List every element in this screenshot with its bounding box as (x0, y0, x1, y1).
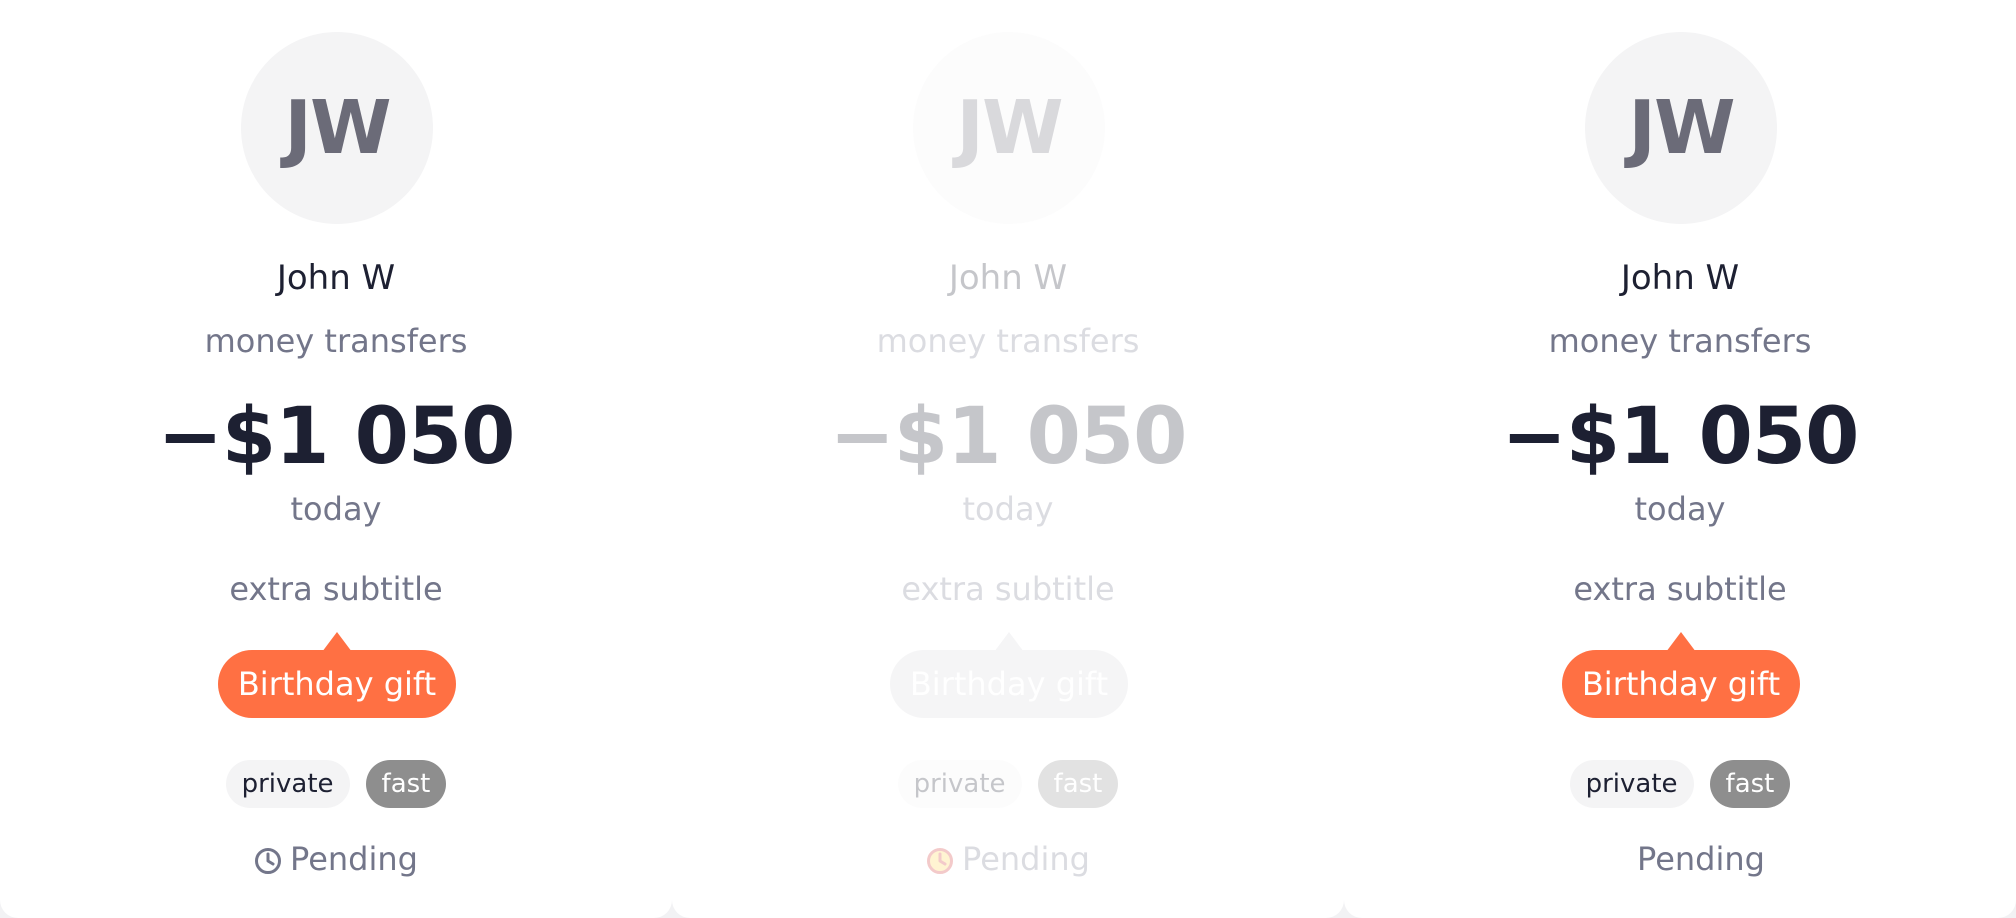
avatar: JW (913, 32, 1105, 224)
status-badge: Pending (1386, 840, 2016, 878)
status-badge: Pending (0, 840, 672, 878)
transaction-card[interactable]: JW John W money transfers −$1 050 today … (1344, 0, 2016, 918)
status-text: Pending (290, 840, 418, 878)
transaction-category: money transfers (204, 322, 468, 360)
tag-pointer (1666, 632, 1696, 652)
contact-name: John W (1620, 258, 1740, 298)
clock-icon (926, 845, 954, 874)
avatar: JW (1585, 32, 1777, 224)
chip-group: private fast (672, 760, 1344, 808)
transaction-date: today (962, 490, 1054, 528)
chip-private[interactable]: private (225, 760, 350, 808)
transaction-amount: −$1 050 (829, 392, 1188, 482)
chip-group: private fast (0, 760, 672, 808)
chip-fast[interactable]: fast (1709, 760, 1791, 808)
tag-label: Birthday gift (890, 650, 1128, 718)
tag-pointer (994, 632, 1024, 652)
extra-subtitle: extra subtitle (1573, 570, 1787, 608)
transaction-category: money transfers (876, 322, 1140, 360)
extra-subtitle: extra subtitle (901, 570, 1115, 608)
status-text: Pending (962, 840, 1090, 878)
birthday-tag[interactable]: Birthday gift (218, 632, 456, 718)
card-content: JW John W money transfers −$1 050 today … (0, 0, 672, 918)
card-content: JW John W money transfers −$1 050 today … (672, 0, 1344, 918)
tag-pointer (322, 632, 352, 652)
birthday-tag[interactable]: Birthday gift (1562, 632, 1800, 718)
chip-fast: fast (1037, 760, 1119, 808)
clock-icon (254, 845, 282, 874)
card-content: JW John W money transfers −$1 050 today … (1344, 0, 2016, 918)
status-text: Pending (1637, 840, 1765, 878)
extra-subtitle: extra subtitle (229, 570, 443, 608)
contact-name: John W (276, 258, 396, 298)
transaction-date: today (1634, 490, 1726, 528)
contact-name: John W (948, 258, 1068, 298)
transaction-card-disabled: JW John W money transfers −$1 050 today … (672, 0, 1344, 918)
status-badge: Pending (672, 840, 1344, 878)
transaction-amount: −$1 050 (1501, 392, 1860, 482)
transaction-card-list: JW John W money transfers −$1 050 today … (0, 0, 2016, 918)
tag-label[interactable]: Birthday gift (218, 650, 456, 718)
birthday-tag: Birthday gift (890, 632, 1128, 718)
transaction-category: money transfers (1548, 322, 1812, 360)
tag-label[interactable]: Birthday gift (1562, 650, 1800, 718)
chip-group: private fast (1344, 760, 2016, 808)
transaction-amount: −$1 050 (157, 392, 516, 482)
transaction-date: today (290, 490, 382, 528)
transaction-card[interactable]: JW John W money transfers −$1 050 today … (0, 0, 672, 918)
avatar: JW (241, 32, 433, 224)
chip-private: private (897, 760, 1022, 808)
chip-fast[interactable]: fast (365, 760, 447, 808)
chip-private[interactable]: private (1569, 760, 1694, 808)
